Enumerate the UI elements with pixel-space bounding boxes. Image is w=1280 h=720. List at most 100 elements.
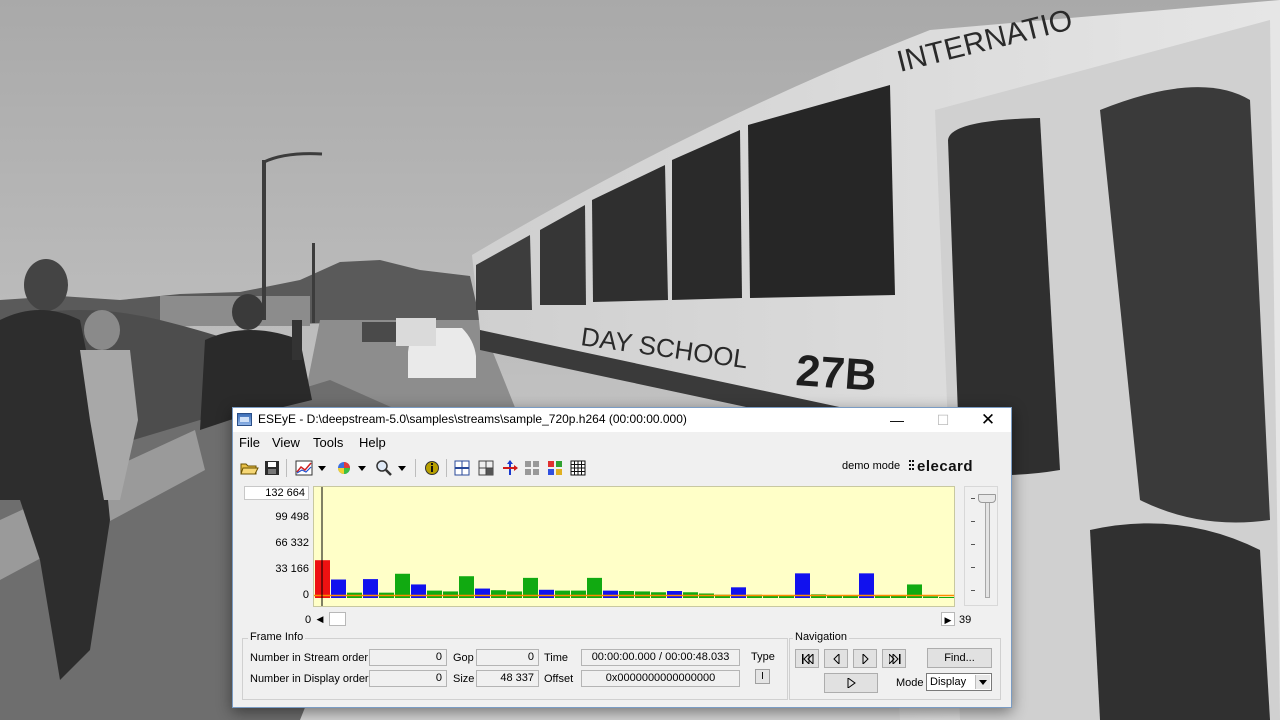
stream-order-label: Number in Stream order <box>250 652 368 664</box>
gop-field: 0 <box>476 649 539 666</box>
y-tick-label: 132 664 <box>244 486 309 500</box>
arrow-cross-icon[interactable] <box>500 458 520 478</box>
frame-bar-P[interactable] <box>475 588 490 598</box>
frame-size-chart[interactable] <box>313 486 955 607</box>
demo-mode-label: demo mode <box>842 460 901 472</box>
grid-lines-icon[interactable] <box>452 458 472 478</box>
menu-tools[interactable]: Tools <box>313 435 343 450</box>
title-bar: ESEyE - D:\deepstream-5.0\samples\stream… <box>233 408 1011 432</box>
frame-bar-P[interactable] <box>795 573 810 598</box>
color-dropdown-icon[interactable] <box>357 458 368 478</box>
scroll-left-arrow-icon[interactable]: ◀ <box>313 612 327 626</box>
frame-bar-B[interactable] <box>555 590 570 598</box>
previous-frame-button[interactable] <box>824 649 848 668</box>
play-button[interactable] <box>824 673 878 693</box>
mode-select-value: Display <box>930 676 967 688</box>
frame-info-group: Frame Info Number in Stream order 0 Numb… <box>242 631 788 700</box>
close-button[interactable]: ✕ <box>965 408 1011 432</box>
navigation-group: Navigation Find... Mode Display <box>789 631 1001 700</box>
open-folder-icon[interactable] <box>239 458 259 478</box>
frame-bar-P[interactable] <box>731 587 746 598</box>
next-frame-button[interactable] <box>853 649 877 668</box>
mode-label: Mode <box>896 677 924 689</box>
navigation-legend: Navigation <box>793 631 849 643</box>
skip-first-icon <box>802 654 814 664</box>
frame-bar-B[interactable] <box>491 590 506 598</box>
frame-bar-B[interactable] <box>891 595 906 598</box>
mode-select[interactable]: Display <box>926 673 992 691</box>
type-label: Type <box>751 651 775 663</box>
frame-bar-B[interactable] <box>635 591 650 598</box>
menu-file[interactable]: File <box>239 435 260 450</box>
first-frame-button[interactable] <box>795 649 819 668</box>
maximize-button[interactable]: ☐ <box>920 408 966 432</box>
frame-bar-B[interactable] <box>443 591 458 598</box>
find-button[interactable]: Find... <box>927 648 992 668</box>
scroll-right-arrow-icon[interactable]: ▶ <box>941 612 955 626</box>
frame-bar-B[interactable] <box>939 597 954 598</box>
y-tick-label: 33 166 <box>275 563 309 575</box>
chart-icon[interactable] <box>294 458 314 478</box>
save-icon[interactable] <box>262 458 282 478</box>
display-order-field: 0 <box>369 670 447 687</box>
step-forward-icon <box>862 654 869 664</box>
window-title: ESEyE - D:\deepstream-5.0\samples\stream… <box>258 412 687 426</box>
chevron-down-icon <box>975 675 990 689</box>
menu-help[interactable]: Help <box>359 435 386 450</box>
svg-text:27B: 27B <box>794 346 878 401</box>
step-back-icon <box>833 654 840 664</box>
slider-track <box>985 496 990 598</box>
slider-thumb[interactable] <box>978 494 996 503</box>
frame-bar-B[interactable] <box>619 591 634 598</box>
grid-split-icon[interactable] <box>476 458 496 478</box>
gop-label: Gop <box>453 652 474 664</box>
frame-bar-B[interactable] <box>459 576 474 598</box>
frame-info-legend: Frame Info <box>248 631 306 643</box>
tiles-icon[interactable] <box>522 458 542 478</box>
last-frame-button[interactable] <box>882 649 906 668</box>
time-label: Time <box>544 652 569 664</box>
zoom-dropdown-icon[interactable] <box>397 458 408 478</box>
chart-dropdown-icon[interactable] <box>317 458 328 478</box>
skip-last-icon <box>889 654 901 664</box>
y-tick-label: 0 <box>302 589 309 601</box>
size-label: Size <box>453 673 475 685</box>
minimize-button[interactable]: — <box>874 408 920 432</box>
x-start-label: 0 <box>305 614 312 626</box>
offset-label: Offset <box>544 673 574 685</box>
color-tiles-icon[interactable] <box>545 458 565 478</box>
frame-type-indicator: I <box>755 669 770 684</box>
menu-view[interactable]: View <box>272 435 300 450</box>
play-icon <box>847 678 856 688</box>
frame-bar-P[interactable] <box>667 591 682 598</box>
time-field: 00:00:00.000 / 00:00:48.033 <box>581 649 740 666</box>
frame-bar-B[interactable] <box>571 590 586 598</box>
frame-size-bars <box>314 487 954 606</box>
frame-bar-B[interactable] <box>427 590 442 598</box>
elecard-logo: elecard <box>909 458 973 473</box>
frame-bar-P[interactable] <box>603 590 618 598</box>
frame-bar-P[interactable] <box>539 589 554 598</box>
app-icon <box>237 413 252 426</box>
grid-table-icon[interactable] <box>568 458 588 478</box>
eseye-window: ESEyE - D:\deepstream-5.0\samples\stream… <box>232 407 1012 708</box>
color-wheel-icon[interactable] <box>334 458 354 478</box>
svg-text:elecard: elecard <box>917 458 973 473</box>
frame-bar-P[interactable] <box>859 573 874 598</box>
frame-bar-B[interactable] <box>507 591 522 598</box>
menu-bar: File View Tools Help <box>233 432 1011 452</box>
y-tick-label: 66 332 <box>275 537 309 549</box>
y-tick-label: 99 498 <box>275 511 309 523</box>
frame-bar-B[interactable] <box>395 573 410 598</box>
vertical-zoom-slider[interactable] <box>964 486 998 606</box>
x-end-label: 39 <box>959 614 972 626</box>
size-field: 48 337 <box>476 670 539 687</box>
zoom-icon[interactable] <box>374 458 394 478</box>
frame-bar-B[interactable] <box>923 596 938 598</box>
stream-order-field: 0 <box>369 649 447 666</box>
y-axis-labels: 132 664 99 498 66 332 33 166 0 <box>244 486 311 618</box>
scroll-thumb[interactable] <box>329 612 346 626</box>
chart-horizontal-scrollbar[interactable]: ◀ ▶ <box>313 611 955 627</box>
info-icon[interactable] <box>422 458 442 478</box>
display-order-label: Number in Display order <box>250 673 369 685</box>
